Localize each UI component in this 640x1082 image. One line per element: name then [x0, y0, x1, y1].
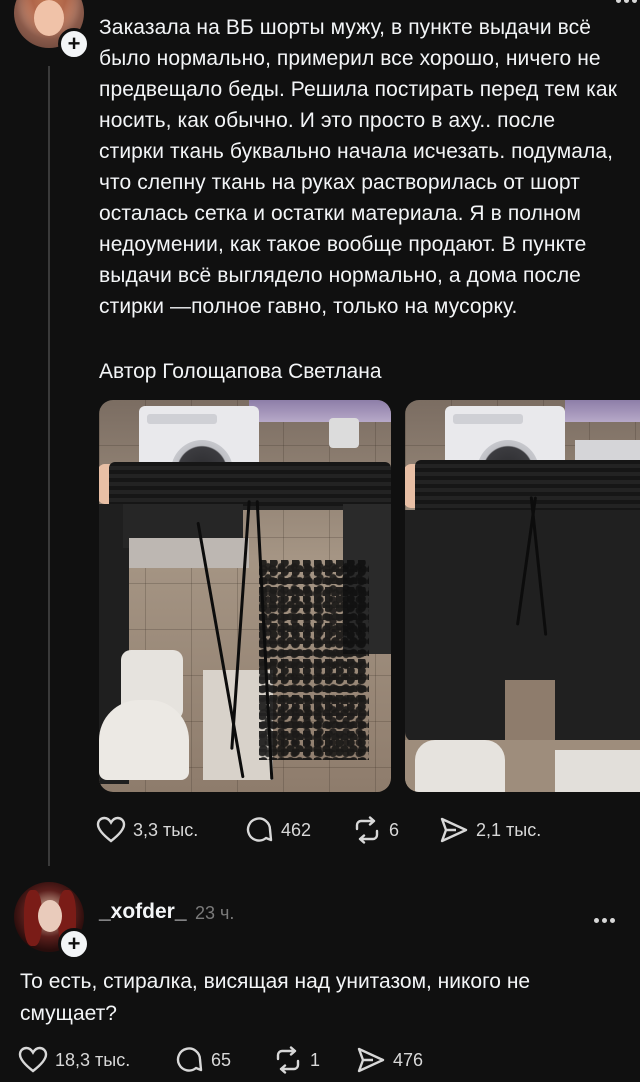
post-text: Заказала на ВБ шорты мужу, в пункте выда… [99, 16, 617, 318]
repost-count: 1 [310, 1050, 321, 1070]
post-photo-damaged-shorts[interactable] [99, 400, 391, 792]
repost-icon [276, 1046, 300, 1074]
like-button[interactable]: 18,3 тыс. [18, 1045, 130, 1075]
heart-icon [18, 1046, 48, 1073]
repost-button[interactable]: 1 [273, 1045, 320, 1075]
follow-plus-icon[interactable]: + [58, 928, 90, 960]
share-count: 476 [393, 1050, 424, 1070]
reply-actions-bar: 18,3 тыс. 65 1 476 [18, 1045, 618, 1075]
thread-line [48, 66, 50, 866]
repost-button[interactable]: 6 [352, 815, 399, 845]
share-button[interactable]: 476 [356, 1045, 423, 1075]
reply-timestamp: 23 ч. [195, 903, 235, 923]
post-photo-new-shorts[interactable] [405, 400, 640, 792]
post-actions-bar: 3,3 тыс. 462 6 2,1 тыс. [96, 815, 616, 845]
more-options-icon[interactable] [616, 0, 640, 10]
repost-count: 6 [389, 820, 400, 840]
comment-button[interactable]: 462 [244, 815, 311, 845]
reply-username[interactable]: _xofder_ [99, 900, 187, 924]
comment-bubble-icon [246, 817, 273, 842]
like-button[interactable]: 3,3 тыс. [96, 815, 198, 845]
repost-icon [355, 816, 379, 844]
comment-bubble-icon [176, 1047, 203, 1072]
comment-count: 462 [281, 820, 312, 840]
send-icon [440, 817, 468, 843]
heart-icon [96, 816, 126, 843]
like-count: 18,3 тыс. [55, 1050, 131, 1070]
post-author-credit: Автор Голощапова Светлана [99, 360, 382, 383]
share-button[interactable]: 2,1 тыс. [439, 815, 541, 845]
send-icon [357, 1047, 385, 1073]
follow-plus-icon[interactable]: + [58, 28, 90, 60]
comment-button[interactable]: 65 [174, 1045, 231, 1075]
like-count: 3,3 тыс. [133, 820, 199, 840]
comment-count: 65 [211, 1050, 232, 1070]
more-options-icon[interactable] [594, 910, 630, 923]
share-count: 2,1 тыс. [476, 820, 542, 840]
reply-text: То есть, стиралка, висящая над унитазом,… [20, 970, 531, 1025]
